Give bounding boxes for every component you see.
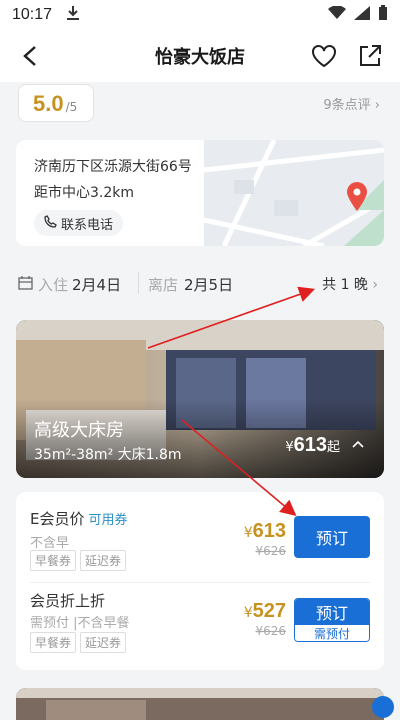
- rate-divider: [30, 582, 370, 583]
- page-title: 怡豪大饭店: [155, 47, 245, 68]
- contact-phone-label: 联系电话: [61, 217, 114, 233]
- room-description: 35m²-38m² 大床1.8m: [34, 447, 182, 463]
- checkin-label: 入住: [38, 276, 69, 294]
- contact-phone-button[interactable]: 联系电话: [34, 210, 124, 236]
- battery-icon: [378, 5, 388, 25]
- rating-row: 5.0 /5 9条点评 ›: [0, 82, 400, 124]
- dates-divider: [138, 272, 139, 294]
- checkout-label: 离店: [148, 276, 179, 294]
- next-room-photo: [16, 688, 384, 720]
- heart-icon[interactable]: [310, 42, 338, 70]
- hotel-address: 济南历下区泺源大街66号: [34, 159, 192, 175]
- stay-dates-row[interactable]: 入住 2月4日 离店 2月5日 共 1 晚 ›: [0, 266, 400, 302]
- room-name: 高级大床房: [34, 420, 124, 441]
- rate-price-currency: ¥: [243, 525, 253, 541]
- room-price: ¥ 613 起: [285, 434, 340, 457]
- share-icon[interactable]: [356, 42, 384, 70]
- rate-plan: 会员折上折 需预付 |不含早餐 早餐券 延迟券 ¥ 527 ¥626 预订 需预…: [16, 584, 384, 672]
- rate-price-amount: 527: [252, 600, 286, 622]
- calendar-icon: [18, 276, 33, 294]
- original-price: ¥626: [255, 624, 286, 638]
- room-card[interactable]: 高级大床房 35m²-38m² 大床1.8m ¥ 613 起: [16, 320, 384, 478]
- phone-icon: [44, 214, 57, 232]
- breakfast-voucher-chip: 早餐券: [30, 632, 77, 653]
- score-box: 5.0 /5: [18, 84, 94, 122]
- chevron-right-icon: ›: [374, 98, 380, 113]
- chevron-right-icon: ›: [372, 277, 378, 293]
- checkin-date: 2月4日: [72, 276, 122, 294]
- room-price-suffix: 起: [326, 440, 340, 455]
- breakfast-voucher-chip: 早餐券: [30, 550, 77, 571]
- status-time: 10:17: [12, 6, 53, 23]
- late-checkout-chip: 延迟券: [80, 632, 127, 653]
- checkout-date: 2月5日: [184, 276, 234, 294]
- rate-plan-title: 会员折上折: [30, 592, 106, 610]
- download-icon: [66, 5, 80, 25]
- watermark: [372, 696, 394, 718]
- back-arrow-icon[interactable]: [16, 42, 44, 70]
- map-pin-icon: [346, 182, 368, 216]
- map-thumbnail[interactable]: [203, 140, 384, 246]
- nights-count: 共 1 晚 ›: [322, 274, 378, 294]
- rating-outof: /5: [65, 100, 78, 114]
- rate-plan: E会员价 可用券 不含早 早餐券 延迟券 ¥ 613 ¥626 预订: [16, 492, 384, 580]
- rate-plan-note: 需预付 |不含早餐: [30, 616, 130, 631]
- nights-label: 共 1 晚: [322, 277, 368, 293]
- room-price-currency: ¥: [285, 440, 294, 455]
- rating-score: 5.0: [33, 91, 64, 116]
- late-checkout-chip: 延迟券: [80, 550, 127, 571]
- reviews-link[interactable]: 9条点评 ›: [323, 94, 380, 113]
- rate-plan-chips: 早餐券 延迟券: [30, 632, 127, 653]
- rate-price-amount: 613: [252, 520, 286, 542]
- rate-plan-title: E会员价: [30, 510, 85, 528]
- book-button[interactable]: 预订: [294, 516, 370, 558]
- rate-plan-chips: 早餐券 延迟券: [30, 550, 127, 571]
- rate-price: ¥ 527: [244, 600, 286, 623]
- address-card: 济南历下区泺源大街66号 距市中心3.2km 联系电话: [16, 140, 384, 246]
- next-room-card[interactable]: [16, 688, 384, 720]
- app-header: 怡豪大饭店: [0, 30, 400, 82]
- book-button-label: 预订: [295, 599, 369, 625]
- rate-plans-card: E会员价 可用券 不含早 早餐券 延迟券 ¥ 613 ¥626 预订 会员折上折 …: [16, 492, 384, 670]
- original-price: ¥626: [255, 544, 286, 558]
- reviews-count: 9条点评: [323, 98, 371, 113]
- rate-price: ¥ 613: [244, 520, 286, 543]
- status-bar: 10:17: [0, 0, 400, 30]
- wifi-icon: [328, 5, 346, 24]
- rate-plan-name: E会员价 可用券: [30, 508, 128, 529]
- rate-plan-note: 不含早: [30, 536, 70, 551]
- room-price-amount: 613: [293, 434, 327, 456]
- coupon-available-tag[interactable]: 可用券: [88, 513, 127, 528]
- rate-price-currency: ¥: [243, 605, 253, 621]
- prepay-required-label: 需预付: [295, 625, 369, 641]
- distance-to-center: 距市中心3.2km: [34, 185, 135, 201]
- book-prepay-button[interactable]: 预订 需预付: [294, 598, 370, 642]
- chevron-up-icon[interactable]: [350, 436, 366, 452]
- watermark-logo: [372, 696, 394, 718]
- signal-icon: [354, 6, 370, 24]
